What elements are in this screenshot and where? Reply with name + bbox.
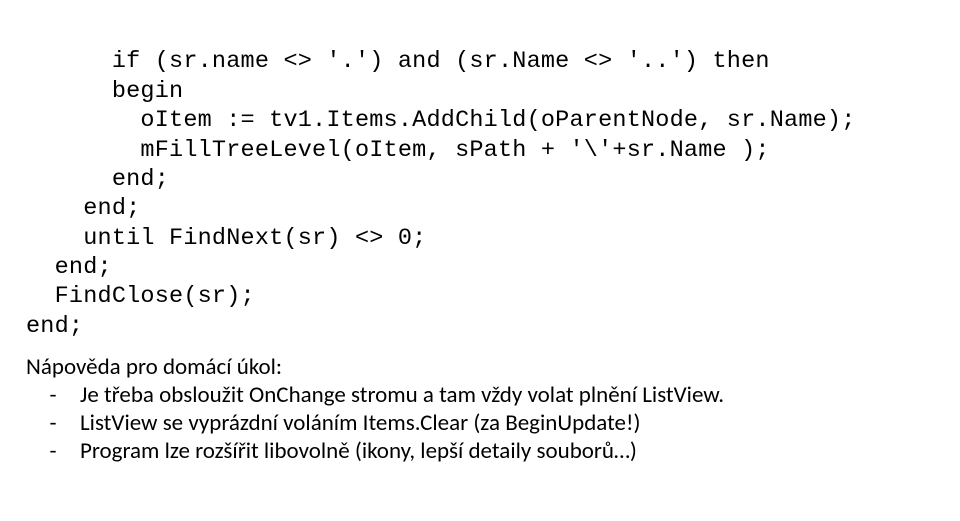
code-line: oItem := tv1.Items.AddChild(oParentNode,… — [26, 107, 856, 134]
code-line: end; — [26, 166, 169, 193]
code-line: mFillTreeLevel(oItem, sPath + '\'+sr.Nam… — [26, 137, 770, 164]
hint-text: ListView se vyprázdní voláním Items.Clea… — [80, 409, 934, 437]
hint-item: - ListView se vyprázdní voláním Items.Cl… — [26, 409, 934, 437]
bullet-dash-icon: - — [26, 437, 80, 465]
code-line: begin — [26, 78, 183, 105]
code-block: if (sr.name <> '.') and (sr.Name <> '..'… — [26, 18, 934, 341]
hint-text: Je třeba obsloužit OnChange stromu a tam… — [80, 381, 934, 409]
code-line: end; — [26, 313, 83, 340]
hint-item: - Je třeba obsloužit OnChange stromu a t… — [26, 381, 934, 409]
code-line: end; — [26, 195, 140, 222]
code-line: FindClose(sr); — [26, 283, 255, 310]
bullet-dash-icon: - — [26, 409, 80, 437]
code-line: end; — [26, 254, 112, 281]
page: if (sr.name <> '.') and (sr.Name <> '..'… — [0, 0, 960, 465]
hint-heading: Nápověda pro domácí úkol: — [26, 353, 934, 381]
hint-text: Program lze rozšířit libovolně (ikony, l… — [80, 437, 934, 465]
bullet-dash-icon: - — [26, 381, 80, 409]
code-line: if (sr.name <> '.') and (sr.Name <> '..'… — [26, 48, 770, 75]
hint-item: - Program lze rozšířit libovolně (ikony,… — [26, 437, 934, 465]
code-line: until FindNext(sr) <> 0; — [26, 225, 426, 252]
hint-block: Nápověda pro domácí úkol: - Je třeba obs… — [26, 353, 934, 465]
